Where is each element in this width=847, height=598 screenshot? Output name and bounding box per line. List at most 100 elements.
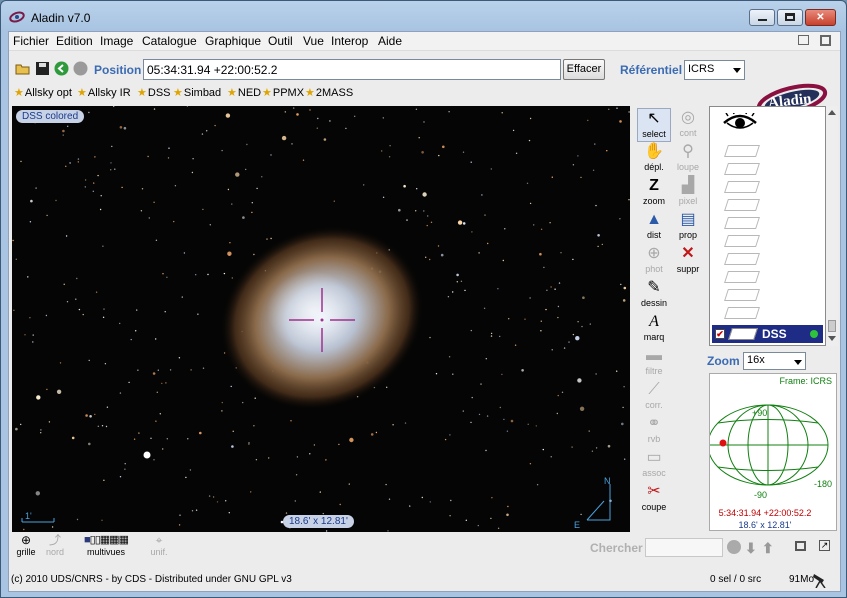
empty-plane[interactable] bbox=[724, 235, 760, 247]
empty-plane[interactable] bbox=[724, 271, 760, 283]
empty-plane[interactable] bbox=[724, 253, 760, 265]
search-down-icon[interactable]: ⬇ bbox=[745, 540, 757, 557]
empty-plane[interactable] bbox=[724, 199, 760, 211]
survey-allsky-ir[interactable]: ★Allsky IR bbox=[77, 86, 131, 99]
chercher-label: Chercher bbox=[590, 541, 643, 555]
menu-outil[interactable]: Outil bbox=[268, 34, 293, 48]
detach-panel-icon[interactable] bbox=[820, 35, 831, 46]
memory-usage: 91Mo bbox=[789, 574, 815, 585]
empty-plane[interactable] bbox=[724, 163, 760, 175]
empty-plane[interactable] bbox=[724, 145, 760, 157]
tool-coupe[interactable]: ✂ coupe bbox=[637, 482, 671, 516]
layer-checkbox[interactable]: ✔ bbox=[715, 329, 725, 339]
tool-label: marq bbox=[643, 332, 665, 342]
tool-cont[interactable]: ◎ cont bbox=[671, 108, 705, 142]
correction-icon: ⟋ bbox=[648, 381, 660, 398]
selection-count: 0 sel / 0 src bbox=[710, 574, 762, 585]
scroll-up-icon[interactable] bbox=[828, 110, 836, 115]
scroll-down-icon[interactable] bbox=[828, 336, 836, 341]
unif-toggle[interactable]: ⌖ unif. bbox=[147, 533, 171, 558]
tool-loupe[interactable]: ⚲ loupe bbox=[671, 142, 705, 176]
survey-dss[interactable]: ★DSS bbox=[137, 86, 171, 99]
nord-toggle[interactable]: ⤴ nord bbox=[43, 534, 67, 558]
search-up-icon[interactable]: ⬆ bbox=[762, 540, 774, 557]
compass-north-label: N bbox=[604, 476, 611, 486]
tool-label: prop bbox=[678, 230, 697, 240]
empty-plane[interactable] bbox=[724, 289, 760, 301]
referentiel-select[interactable]: ICRS bbox=[684, 60, 745, 80]
search-input[interactable] bbox=[645, 538, 723, 557]
menu-fichier[interactable]: Fichier bbox=[13, 34, 49, 48]
open-folder-icon[interactable] bbox=[15, 61, 30, 76]
menu-image[interactable]: Image bbox=[100, 34, 133, 48]
menu-edition[interactable]: Edition bbox=[56, 34, 93, 48]
title-bar[interactable]: Aladin v7.0 ✕ bbox=[1, 1, 846, 31]
survey-ppmx[interactable]: ★PPMX bbox=[262, 86, 304, 99]
close-button[interactable]: ✕ bbox=[805, 9, 836, 26]
clear-button[interactable]: Effacer bbox=[563, 59, 605, 80]
sky-view[interactable]: N E DSS colored 1' 18.6' x 12.81' bbox=[12, 106, 630, 532]
window-title: Aladin v7.0 bbox=[31, 11, 91, 25]
assoc-icon: ▭ bbox=[646, 449, 662, 466]
layer-row-dss[interactable]: ✔ DSS colore bbox=[712, 325, 823, 343]
empty-plane[interactable] bbox=[724, 217, 760, 229]
tool-rvb[interactable]: ⚭ rvb bbox=[637, 414, 671, 448]
external-window-icon[interactable]: ↗ bbox=[819, 540, 830, 551]
lat-bottom-label: -90 bbox=[754, 490, 768, 500]
stack-scrollbar[interactable] bbox=[826, 106, 838, 346]
restore-panel-icon[interactable] bbox=[798, 35, 809, 45]
survey-label: NED bbox=[237, 87, 262, 99]
survey-2mass[interactable]: ★2MASS bbox=[305, 86, 353, 99]
tool-zoom[interactable]: Zzoom bbox=[637, 176, 671, 210]
tool-dist[interactable]: ▲ dist bbox=[637, 210, 671, 244]
telescope-icon[interactable] bbox=[812, 570, 828, 588]
scroll-thumb[interactable] bbox=[828, 320, 836, 332]
unif-icon: ⌖ bbox=[155, 533, 163, 547]
star-icon: ★ bbox=[14, 87, 24, 99]
menu-vue[interactable]: Vue bbox=[303, 34, 324, 48]
referentiel-label: Référentiel bbox=[620, 63, 683, 77]
allsky-minimap[interactable]: Frame: ICRS +90 -90 -180 5:34:31.94 +22:… bbox=[709, 373, 837, 531]
position-input[interactable] bbox=[143, 59, 561, 80]
empty-plane[interactable] bbox=[724, 181, 760, 193]
survey-simbad[interactable]: ★Simbad bbox=[173, 86, 221, 99]
survey-ned[interactable]: ★NED bbox=[227, 86, 261, 99]
distance-icon: ▲ bbox=[646, 211, 662, 228]
tool-assoc[interactable]: ▭ assoc bbox=[637, 448, 671, 482]
multivues-selector[interactable]: ■▯▯▦▦▦ multivues bbox=[75, 534, 137, 557]
maximize-button[interactable] bbox=[777, 9, 803, 26]
menu-aide[interactable]: Aide bbox=[378, 34, 402, 48]
tool-prop[interactable]: ▤ prop bbox=[671, 210, 705, 244]
fov-label: 18.6' x 12.81' bbox=[283, 515, 354, 528]
search-clear-icon[interactable] bbox=[727, 540, 741, 554]
text-marker-icon: A bbox=[649, 313, 659, 330]
tool-pixel[interactable]: ▟ pixel bbox=[671, 176, 705, 210]
stop-icon[interactable] bbox=[73, 61, 88, 76]
multivues-label: multivues bbox=[86, 547, 125, 557]
survey-allsky-opt[interactable]: ★Allsky opt bbox=[14, 86, 72, 99]
menu-graphique[interactable]: Graphique bbox=[205, 34, 261, 48]
save-icon[interactable] bbox=[35, 61, 50, 76]
tool-depl[interactable]: ✋ dépl. bbox=[637, 142, 671, 176]
tool-marq[interactable]: Amarq bbox=[637, 312, 671, 346]
minimize-button[interactable] bbox=[749, 9, 775, 26]
minimize-icon bbox=[757, 19, 767, 22]
tool-filtre[interactable]: ▬ filtre bbox=[637, 346, 671, 380]
grille-toggle[interactable]: ⊕ grille bbox=[13, 534, 39, 558]
back-arrow-icon[interactable] bbox=[54, 61, 69, 76]
eye-icon[interactable] bbox=[722, 113, 758, 131]
menu-bar: Fichier Edition Image Catalogue Graphiqu… bbox=[9, 32, 840, 51]
tool-dessin[interactable]: ✎ dessin bbox=[637, 278, 671, 312]
panel-toggle-icon[interactable] bbox=[795, 541, 806, 551]
tool-select[interactable]: ↖ select bbox=[637, 108, 671, 142]
survey-label: Simbad bbox=[183, 87, 222, 99]
tool-corr[interactable]: ⟋ corr. bbox=[637, 380, 671, 414]
empty-plane[interactable] bbox=[724, 307, 760, 319]
menu-interop[interactable]: Interop bbox=[331, 34, 368, 48]
tool-phot[interactable]: ⊕ phot bbox=[637, 244, 671, 278]
zoom-select[interactable]: 16x bbox=[743, 352, 806, 370]
tool-label: suppr bbox=[676, 264, 700, 274]
tool-suppr[interactable]: ✕ suppr bbox=[671, 244, 705, 278]
menu-catalogue[interactable]: Catalogue bbox=[142, 34, 197, 48]
compass-icon bbox=[586, 484, 611, 521]
